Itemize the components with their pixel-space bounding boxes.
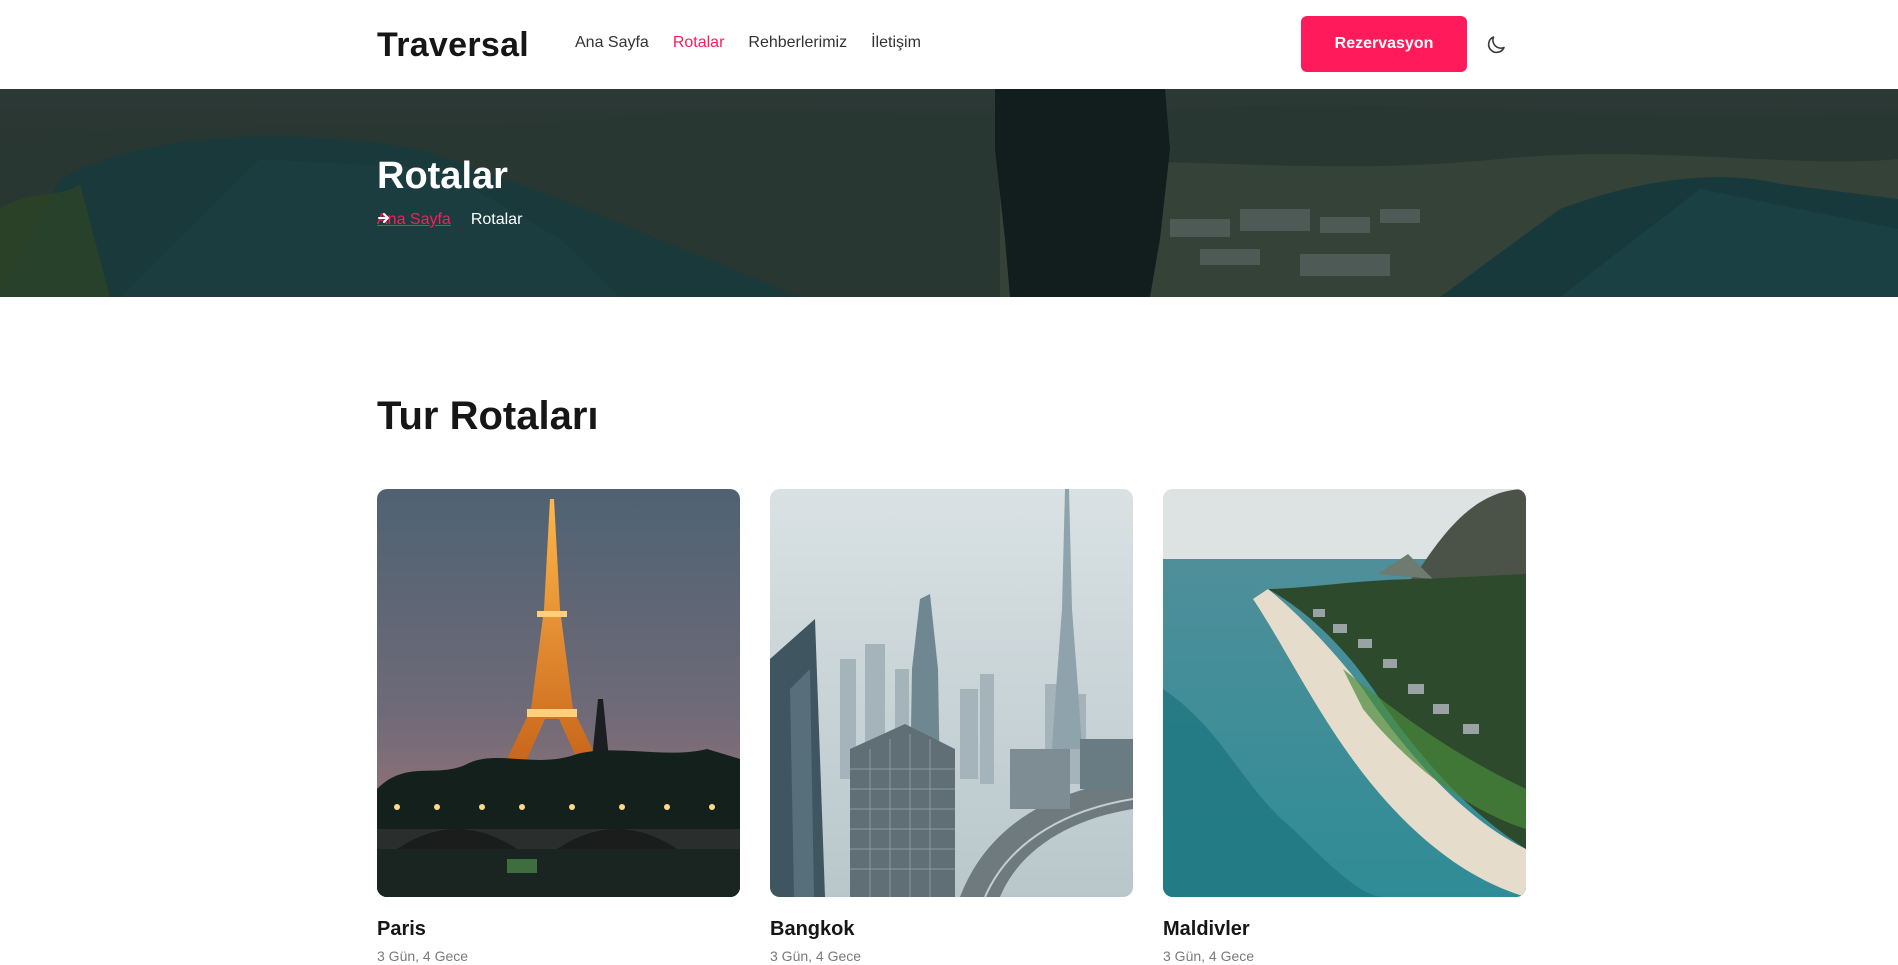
nav-item-home[interactable]: Ana Sayfa — [575, 34, 649, 52]
nav-item-contact[interactable]: İletişim — [871, 34, 921, 52]
page-title: Rotalar — [377, 155, 508, 197]
breadcrumb: Ana Sayfa Rotalar — [377, 211, 522, 229]
route-duration: 3 Gün, 4 Gece — [377, 948, 469, 964]
route-image-bangkok[interactable] — [770, 489, 1133, 897]
top-navbar: Traversal Ana Sayfa Rotalar Rehberlerimi… — [0, 0, 1898, 89]
route-name[interactable]: Bangkok — [770, 918, 1133, 941]
route-name[interactable]: Paris — [377, 918, 740, 941]
nav-item-guides[interactable]: Rehberlerimiz — [748, 34, 847, 52]
route-duration: 3 Gün, 4 Gece — [770, 948, 862, 964]
page-hero-banner: Rotalar Ana Sayfa Rotalar — [0, 89, 1898, 297]
route-name[interactable]: Maldivler — [1163, 918, 1526, 941]
route-image-maldives[interactable] — [1163, 489, 1526, 897]
breadcrumb-current: Rotalar — [470, 211, 523, 228]
section-title: Tur Rotaları — [377, 394, 599, 438]
reservation-button[interactable]: Rezervasyon — [1301, 16, 1467, 72]
route-image-paris[interactable] — [377, 489, 740, 897]
route-card-bangkok[interactable]: Bangkok 3 Gün, 4 Gece — [770, 489, 1133, 964]
route-card-maldives[interactable]: Maldivler 3 Gün, 4 Gece — [1163, 489, 1526, 964]
main-nav: Ana Sayfa Rotalar Rehberlerimiz İletişim — [575, 34, 921, 52]
route-duration: 3 Gün, 4 Gece — [1163, 948, 1255, 964]
brand-logo[interactable]: Traversal — [377, 26, 529, 65]
hero-background-image — [0, 89, 1898, 297]
moon-icon[interactable] — [1484, 33, 1508, 57]
nav-item-routes[interactable]: Rotalar — [673, 34, 725, 52]
route-card-grid: Paris 3 Gün, 4 Gece Bangkok 3 Gün, 4 Gec… — [377, 489, 1526, 964]
route-card-paris[interactable]: Paris 3 Gün, 4 Gece — [377, 489, 740, 964]
